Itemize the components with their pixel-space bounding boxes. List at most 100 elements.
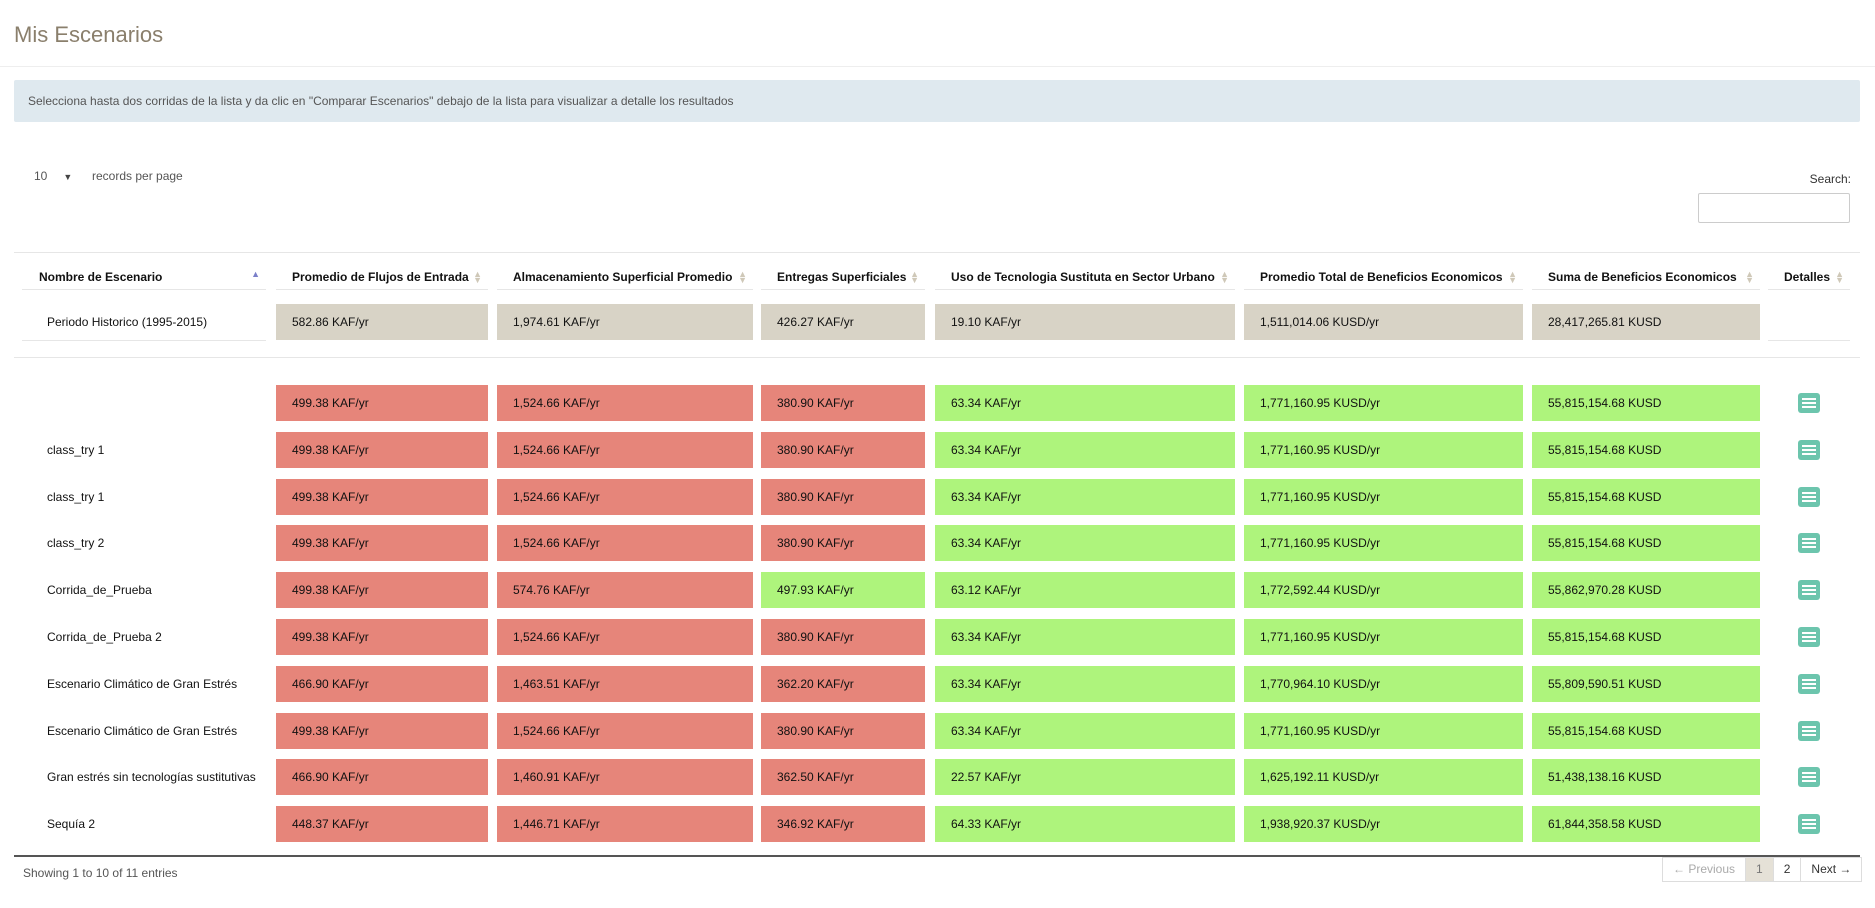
scenario-cell-avg-benefits: 1,938,920.37 KUSD/yr xyxy=(1244,806,1523,842)
scenario-cell-avg-benefits: 1,771,160.95 KUSD/yr xyxy=(1244,385,1523,421)
table-mid-divider xyxy=(14,357,1860,358)
col-header-label: Uso de Tecnologia Sustituta en Sector Ur… xyxy=(951,269,1215,284)
historic-cell-sum-benefits: 28,417,265.81 KUSD xyxy=(1532,304,1760,340)
pagination-next[interactable]: Next → xyxy=(1800,857,1863,882)
col-header-label: Promedio Total de Beneficios Economicos xyxy=(1260,269,1503,284)
scenario-cell-deliveries: 346.92 KAF/yr xyxy=(761,806,925,842)
table-info: Showing 1 to 10 of 11 entries xyxy=(23,866,178,880)
pagination: ← Previous 1 2 Next → xyxy=(1662,857,1863,882)
scenario-cell-storage: 1,460.91 KAF/yr xyxy=(497,759,753,795)
pagination-page-2[interactable]: 2 xyxy=(1772,857,1802,882)
details-button[interactable] xyxy=(1798,674,1820,694)
scenario-cell-tech: 63.34 KAF/yr xyxy=(935,619,1235,655)
list-icon xyxy=(1802,585,1816,595)
col-header-label: Entregas Superficiales xyxy=(777,269,907,284)
col-header-label: Promedio de Flujos de Entrada xyxy=(292,269,469,284)
historic-row-name: Periodo Historico (1995-2015) xyxy=(47,315,208,329)
sort-icon: ▲ ▼ xyxy=(1508,269,1517,285)
scenario-cell-sum-benefits: 55,815,154.68 KUSD xyxy=(1532,385,1760,421)
list-icon xyxy=(1802,819,1816,829)
records-per-page: 10 ▼ records per page xyxy=(34,169,183,183)
scenario-cell-avg-benefits: 1,771,160.95 KUSD/yr xyxy=(1244,525,1523,561)
historic-cell-tech: 19.10 KAF/yr xyxy=(935,304,1235,340)
historic-cell-inflows: 582.86 KAF/yr xyxy=(276,304,488,340)
col-header-inflows[interactable]: Promedio de Flujos de Entrada ▲ ▼ xyxy=(276,264,488,290)
scenario-cell-avg-benefits: 1,770,964.10 KUSD/yr xyxy=(1244,666,1523,702)
list-icon xyxy=(1802,492,1816,502)
list-icon xyxy=(1802,538,1816,548)
col-header-deliveries[interactable]: Entregas Superficiales ▲ ▼ xyxy=(761,264,925,290)
sort-icon: ▲ ▼ xyxy=(1745,269,1754,285)
search-input[interactable] xyxy=(1698,193,1850,223)
scenario-name: Escenario Climático de Gran Estrés xyxy=(47,724,238,738)
scenario-cell-inflows: 499.38 KAF/yr xyxy=(276,385,488,421)
col-header-details[interactable]: Detalles ▲ ▼ xyxy=(1768,264,1850,290)
scenario-cell-tech: 22.57 KAF/yr xyxy=(935,759,1235,795)
col-header-sum-benefits[interactable]: Suma de Beneficios Economicos ▲ ▼ xyxy=(1532,264,1760,290)
scenario-name: Escenario Climático de Gran Estrés xyxy=(47,677,238,691)
scenario-cell-sum-benefits: 51,438,138.16 KUSD xyxy=(1532,759,1760,795)
details-button[interactable] xyxy=(1798,580,1820,600)
scenario-cell-tech: 63.34 KAF/yr xyxy=(935,385,1235,421)
col-header-label: Detalles xyxy=(1784,269,1831,284)
historic-row-divider xyxy=(22,340,266,341)
records-per-page-value: 10 xyxy=(34,169,48,183)
scenario-name: Corrida_de_Prueba xyxy=(47,583,152,597)
col-header-storage[interactable]: Almacenamiento Superficial Promedio ▲ ▼ xyxy=(497,264,753,290)
pagination-previous[interactable]: ← Previous xyxy=(1662,857,1747,882)
historic-cell-avg-benefits: 1,511,014.06 KUSD/yr xyxy=(1244,304,1523,340)
scenario-cell-storage: 574.76 KAF/yr xyxy=(497,572,753,608)
records-per-page-label: records per page xyxy=(92,169,183,183)
scenario-name: class_try 2 xyxy=(47,536,105,550)
scenario-name: class_try 1 xyxy=(47,443,105,457)
info-alert: Selecciona hasta dos corridas de la list… xyxy=(14,80,1860,122)
scenario-cell-deliveries: 380.90 KAF/yr xyxy=(761,385,925,421)
details-button[interactable] xyxy=(1798,767,1820,787)
list-icon xyxy=(1802,632,1816,642)
records-per-page-select[interactable]: 10 ▼ xyxy=(34,169,76,183)
scenario-cell-storage: 1,524.66 KAF/yr xyxy=(497,619,753,655)
scenario-cell-inflows: 466.90 KAF/yr xyxy=(276,759,488,795)
details-button[interactable] xyxy=(1798,814,1820,834)
scenario-cell-sum-benefits: 55,862,970.28 KUSD xyxy=(1532,572,1760,608)
scenario-cell-sum-benefits: 55,815,154.68 KUSD xyxy=(1532,619,1760,655)
details-button[interactable] xyxy=(1798,721,1820,741)
scenario-cell-deliveries: 380.90 KAF/yr xyxy=(761,525,925,561)
details-button[interactable] xyxy=(1798,533,1820,553)
scenario-name xyxy=(22,385,266,421)
scenario-cell-tech: 63.34 KAF/yr xyxy=(935,479,1235,515)
historic-cell-deliveries: 426.27 KAF/yr xyxy=(761,304,925,340)
scenario-cell-sum-benefits: 55,815,154.68 KUSD xyxy=(1532,525,1760,561)
scenario-cell-deliveries: 380.90 KAF/yr xyxy=(761,619,925,655)
scenario-cell-deliveries: 497.93 KAF/yr xyxy=(761,572,925,608)
scenario-cell-avg-benefits: 1,771,160.95 KUSD/yr xyxy=(1244,713,1523,749)
col-header-tech[interactable]: Uso de Tecnologia Sustituta en Sector Ur… xyxy=(935,264,1235,290)
details-button[interactable] xyxy=(1798,393,1820,413)
scenario-cell-storage: 1,524.66 KAF/yr xyxy=(497,432,753,468)
scenario-cell-sum-benefits: 61,844,358.58 KUSD xyxy=(1532,806,1760,842)
scenario-cell-inflows: 499.38 KAF/yr xyxy=(276,572,488,608)
col-header-label: Nombre de Escenario xyxy=(39,269,163,284)
pagination-page-1[interactable]: 1 xyxy=(1745,857,1774,882)
col-header-label: Suma de Beneficios Economicos xyxy=(1548,269,1737,284)
scenario-cell-avg-benefits: 1,771,160.95 KUSD/yr xyxy=(1244,619,1523,655)
scenario-cell-avg-benefits: 1,625,192.11 KUSD/yr xyxy=(1244,759,1523,795)
col-header-name[interactable]: Nombre de Escenario ▲ xyxy=(22,264,266,290)
list-icon xyxy=(1802,445,1816,455)
col-header-label: Almacenamiento Superficial Promedio xyxy=(513,269,733,284)
details-button[interactable] xyxy=(1798,487,1820,507)
scenario-cell-tech: 63.34 KAF/yr xyxy=(935,666,1235,702)
scenario-cell-storage: 1,524.66 KAF/yr xyxy=(497,525,753,561)
col-header-avg-benefits[interactable]: Promedio Total de Beneficios Economicos ▲… xyxy=(1244,264,1523,290)
scenario-cell-tech: 63.34 KAF/yr xyxy=(935,432,1235,468)
sort-icon: ▲ ▼ xyxy=(473,269,482,285)
page-title: Mis Escenarios xyxy=(14,22,164,47)
scenario-cell-inflows: 448.37 KAF/yr xyxy=(276,806,488,842)
details-button[interactable] xyxy=(1798,627,1820,647)
scenario-cell-deliveries: 380.90 KAF/yr xyxy=(761,479,925,515)
list-icon xyxy=(1802,726,1816,736)
caret-down-icon: ▼ xyxy=(63,172,73,182)
scenario-cell-deliveries: 380.90 KAF/yr xyxy=(761,432,925,468)
table-top-divider xyxy=(14,252,1860,253)
details-button[interactable] xyxy=(1798,440,1820,460)
